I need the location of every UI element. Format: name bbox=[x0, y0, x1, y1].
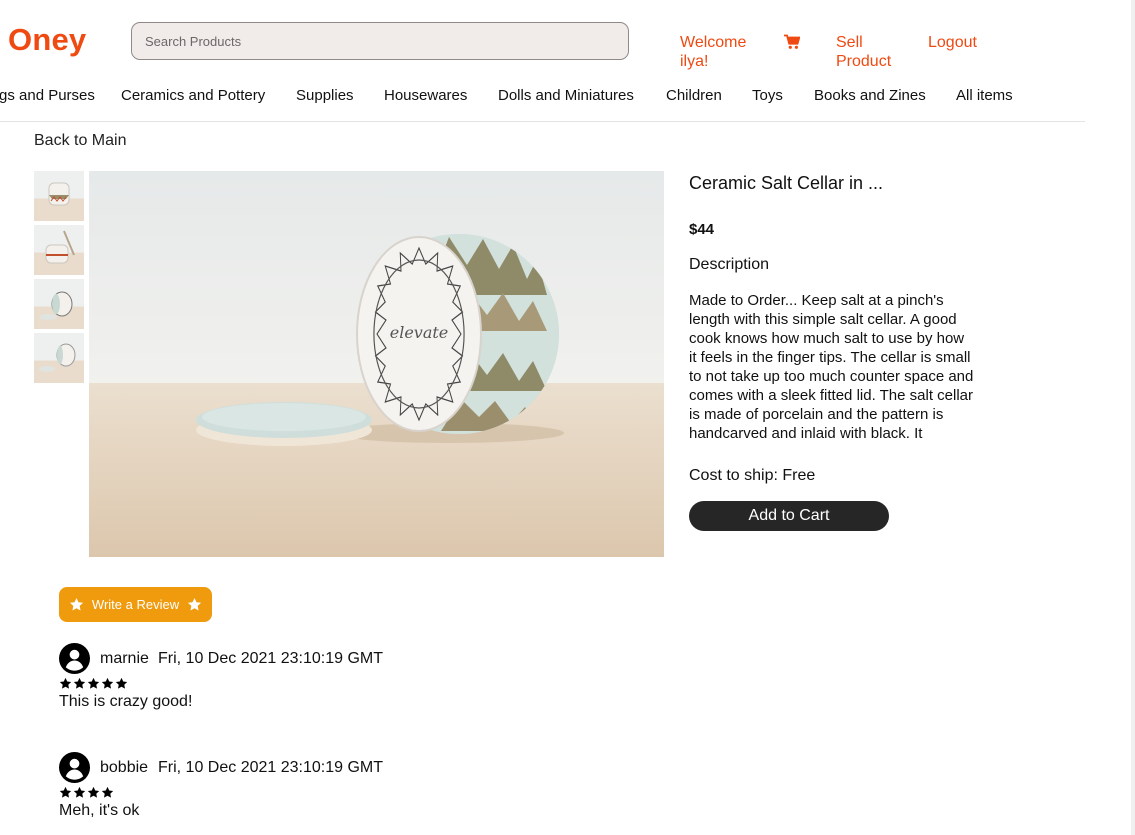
reviewer-name: marnie bbox=[100, 650, 149, 667]
category-toys[interactable]: Toys bbox=[752, 87, 783, 104]
back-to-main-link[interactable]: Back to Main bbox=[34, 132, 126, 150]
star-icon bbox=[73, 677, 86, 689]
shipping-cost: Cost to ship: Free bbox=[689, 467, 816, 484]
product-description[interactable]: Made to Order... Keep salt at a pinch's … bbox=[689, 291, 974, 449]
star-icon bbox=[115, 677, 128, 689]
category-children[interactable]: Children bbox=[666, 87, 722, 104]
product-thumbnail-3[interactable] bbox=[34, 279, 84, 329]
logo[interactable]: Oney bbox=[8, 22, 86, 58]
product-price: $44 bbox=[689, 221, 715, 238]
category-supplies[interactable]: Supplies bbox=[296, 87, 354, 104]
description-heading: Description bbox=[689, 256, 770, 273]
star-icon bbox=[87, 677, 100, 689]
shopping-cart-icon[interactable] bbox=[784, 34, 800, 50]
jar-maker-stamp: elevate bbox=[390, 323, 449, 342]
user-avatar-icon bbox=[59, 752, 90, 783]
write-review-button[interactable]: Write a Review bbox=[59, 587, 212, 622]
sell-product-link[interactable]: Sell Product bbox=[836, 33, 906, 71]
reviewer-name: bobbie bbox=[100, 759, 149, 776]
write-review-label: Write a Review bbox=[91, 597, 180, 612]
category-bags-and-purses[interactable]: gs and Purses bbox=[0, 87, 95, 104]
user-avatar-icon bbox=[59, 643, 90, 674]
category-dolls-and-miniatures[interactable]: Dolls and Miniatures bbox=[498, 87, 634, 104]
review-item: bobbie Fri, 10 Dec 2021 23:10:19 GMT Meh… bbox=[59, 752, 559, 832]
review-text: Meh, it's ok bbox=[59, 802, 140, 819]
star-icon bbox=[87, 786, 100, 798]
star-icon bbox=[59, 677, 72, 689]
star-icon bbox=[59, 786, 72, 798]
product-thumbnail-2[interactable] bbox=[34, 225, 84, 275]
star-icon bbox=[69, 597, 83, 611]
category-books-and-zines[interactable]: Books and Zines bbox=[814, 87, 926, 104]
review-date: Fri, 10 Dec 2021 23:10:19 GMT bbox=[158, 759, 383, 776]
logout-link[interactable]: Logout bbox=[928, 33, 977, 52]
star-icon bbox=[73, 786, 86, 798]
star-icon bbox=[188, 597, 202, 611]
header-divider bbox=[0, 121, 1085, 122]
review-text: This is crazy good! bbox=[59, 693, 193, 710]
star-icon bbox=[101, 677, 114, 689]
product-thumbnail-1[interactable] bbox=[34, 171, 84, 221]
product-title: Ceramic Salt Cellar in ... bbox=[689, 173, 884, 193]
page-scrollbar[interactable] bbox=[1131, 0, 1135, 835]
category-all-items[interactable]: All items bbox=[956, 87, 1013, 104]
welcome-link[interactable]: Welcome ilya! bbox=[680, 33, 760, 71]
review-date: Fri, 10 Dec 2021 23:10:19 GMT bbox=[158, 650, 383, 667]
product-main-image: elevate bbox=[89, 171, 664, 557]
star-rating bbox=[59, 677, 128, 691]
review-item: marnie Fri, 10 Dec 2021 23:10:19 GMT Thi… bbox=[59, 643, 559, 723]
category-housewares[interactable]: Housewares bbox=[384, 87, 467, 104]
category-ceramics-and-pottery[interactable]: Ceramics and Pottery bbox=[121, 87, 265, 104]
search-bar[interactable] bbox=[131, 22, 629, 60]
search-input[interactable] bbox=[132, 23, 628, 59]
star-rating bbox=[59, 786, 114, 800]
add-to-cart-button[interactable]: Add to Cart bbox=[689, 501, 889, 531]
star-icon bbox=[101, 786, 114, 798]
product-thumbnail-4[interactable] bbox=[34, 333, 84, 383]
